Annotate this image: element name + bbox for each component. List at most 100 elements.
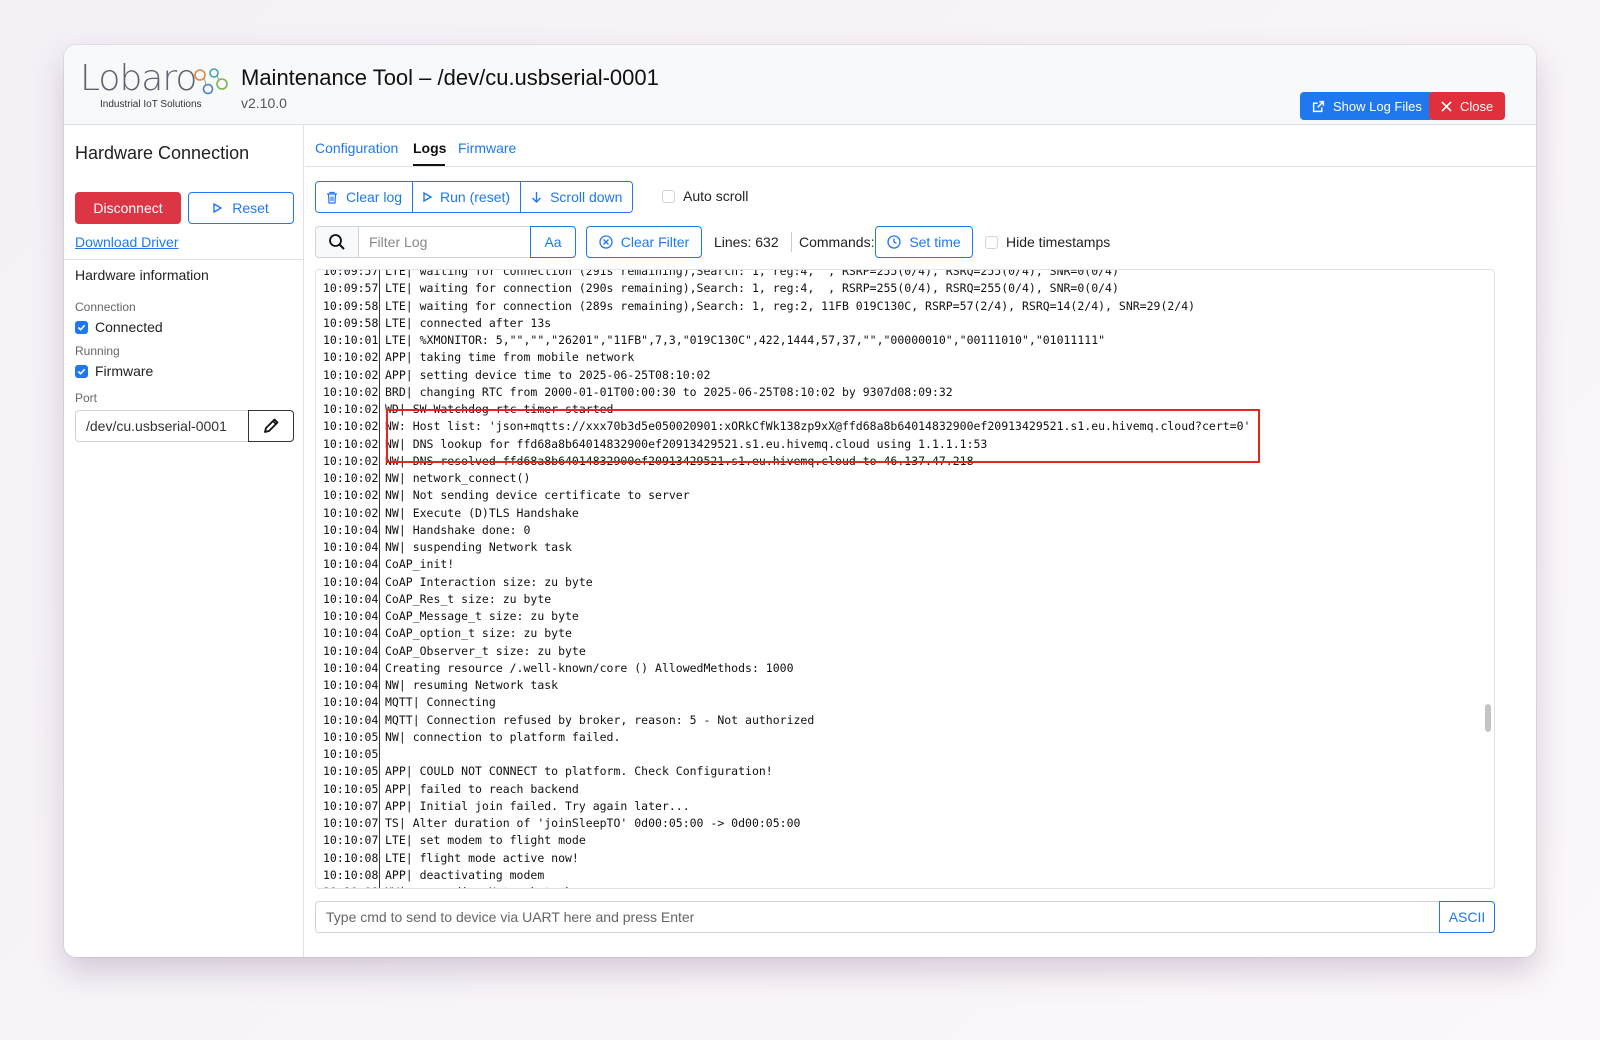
- lobaro-logo: Lobaro Industrial IoT Solutions: [80, 59, 230, 115]
- tab-firmware[interactable]: Firmware: [458, 140, 516, 156]
- log-line: 10:10:04 NW| Handshake done: 0: [316, 521, 1494, 539]
- app-title: Maintenance Tool – /dev/cu.usbserial-000…: [241, 65, 659, 90]
- play-icon: [423, 192, 433, 202]
- show-log-files-button[interactable]: Show Log Files: [1300, 92, 1434, 120]
- log-timestamp: 10:10:01: [316, 332, 380, 350]
- log-timestamp: 10:10:07: [316, 815, 380, 833]
- log-timestamp: 10:10:07: [316, 797, 380, 815]
- log-line: 10:10:02 NW| Execute (D)TLS Handshake: [316, 504, 1494, 522]
- log-timestamp: 10:10:02: [316, 504, 380, 522]
- log-line: 10:10:04 CoAP_option_t size: zu byte: [316, 625, 1494, 643]
- reset-label: Reset: [232, 200, 269, 216]
- disconnect-button[interactable]: Disconnect: [75, 192, 181, 224]
- log-timestamp: 10:10:04: [316, 573, 380, 591]
- tab-logs[interactable]: Logs: [413, 140, 446, 156]
- log-message: MQTT| Connecting: [385, 695, 496, 710]
- log-message: NW| Handshake done: 0: [385, 522, 531, 537]
- log-message: APP| COULD NOT CONNECT to platform. Chec…: [385, 764, 773, 779]
- log-output[interactable]: 10:09:57 LTE| waiting for connection (291…: [315, 269, 1495, 889]
- log-message: CoAP_init!: [385, 557, 455, 572]
- log-message: TS| Alter duration of 'joinSleepTO' 0d00…: [385, 816, 801, 830]
- log-line: 10:10:04 CoAP Interaction size: zu byte: [316, 573, 1494, 591]
- active-tab-indicator: [413, 164, 445, 166]
- connected-checkbox[interactable]: [75, 320, 88, 334]
- run-reset-button[interactable]: Run (reset): [413, 182, 522, 212]
- log-message: CoAP_Res_t size: zu byte: [385, 591, 552, 606]
- clear-filter-button[interactable]: Clear Filter: [586, 226, 702, 258]
- close-icon: [1441, 100, 1452, 112]
- log-line: 10:10:01 LTE| %XMONITOR: 5,"","","26201",…: [316, 332, 1494, 350]
- log-timestamp: 10:10:04: [316, 590, 380, 608]
- log-timestamp: 10:10:04: [316, 539, 380, 557]
- app-window: Lobaro Industrial IoT Solutions Maintena…: [64, 45, 1536, 957]
- scroll-down-label: Scroll down: [550, 189, 623, 205]
- log-message: APP| Initial join failed. Try again late…: [385, 798, 690, 813]
- arrow-down-icon: [532, 192, 542, 203]
- log-message: NW| Not sending device certificate to se…: [385, 488, 690, 503]
- log-message: NW| suspending Network task: [380, 884, 572, 888]
- log-line: 10:10:07 TS| Alter duration of 'joinSleep…: [316, 815, 1494, 833]
- log-message: LTE| connected after 13s: [385, 315, 552, 330]
- auto-scroll-toggle[interactable]: Auto scroll: [662, 188, 748, 204]
- log-timestamp: 10:10:02: [316, 349, 380, 367]
- log-message: CoAP_option_t size: zu byte: [385, 626, 572, 641]
- download-driver-link[interactable]: Download Driver: [75, 234, 178, 250]
- commands-label: Commands:: [799, 234, 875, 250]
- search-addon: [315, 226, 359, 258]
- log-message: CoAP_Message_t size: zu byte: [385, 609, 579, 623]
- line-count: Lines: 632: [714, 234, 779, 250]
- trash-icon: [327, 191, 337, 204]
- log-message: LTE| waiting for connection (289s remain…: [385, 298, 1196, 313]
- hardware-sidebar: Hardware Connection Disconnect Reset Dow…: [64, 125, 304, 957]
- log-timestamp: 10:10:05: [316, 780, 380, 798]
- log-timestamp: 10:10:02: [316, 401, 380, 419]
- auto-scroll-checkbox[interactable]: [662, 189, 675, 203]
- set-time-button[interactable]: Set time: [875, 226, 973, 258]
- log-scrollbar-thumb[interactable]: [1485, 704, 1491, 732]
- log-line: 10:10:04 MQTT| Connecting: [316, 694, 1494, 712]
- log-line: 10:10:07 LTE| set modem to flight mode: [316, 832, 1494, 850]
- log-timestamp: 10:10:04: [316, 556, 380, 574]
- scroll-down-button[interactable]: Scroll down: [521, 182, 633, 212]
- firmware-checkbox[interactable]: [75, 364, 88, 378]
- log-line: 10:10:04 CoAP_Observer_t size: zu byte: [316, 642, 1494, 660]
- log-timestamp: 10:10:02: [316, 487, 380, 505]
- log-timestamp: 10:10:08: [316, 884, 380, 888]
- log-message: CoAP Interaction size: zu byte: [385, 574, 593, 589]
- connected-label: Connected: [95, 319, 163, 335]
- log-timestamp: 10:09:57: [316, 270, 380, 281]
- log-line: 10:10:04 CoAP_Message_t size: zu byte: [316, 608, 1494, 626]
- run-reset-label: Run (reset): [440, 189, 511, 205]
- play-icon: [213, 203, 223, 213]
- uart-command-input[interactable]: Type cmd to send to device via UART here…: [315, 901, 1440, 933]
- close-button[interactable]: Close: [1429, 92, 1506, 120]
- port-input[interactable]: /dev/cu.usbserial-0001: [75, 410, 249, 442]
- tab-configuration[interactable]: Configuration: [315, 140, 398, 156]
- log-message: NW| suspending Network task: [385, 540, 572, 554]
- log-message: LTE| flight mode active now!: [385, 850, 579, 865]
- hide-timestamps-toggle[interactable]: Hide timestamps: [985, 234, 1110, 250]
- log-message: Creating resource /.well-known/core () A…: [385, 660, 794, 675]
- filter-log-input[interactable]: Filter Log: [358, 226, 531, 258]
- log-line: 10:10:05: [316, 746, 1494, 764]
- log-message: APP| deactivating modem: [385, 867, 545, 882]
- check-icon: [77, 368, 86, 375]
- reset-button[interactable]: Reset: [188, 192, 294, 224]
- log-line: 10:10:02 BRD| changing RTC from 2000-01-0…: [316, 383, 1494, 401]
- edit-port-button[interactable]: [248, 410, 294, 442]
- clear-log-label: Clear log: [346, 189, 403, 205]
- log-line: 10:10:02 APP| setting device time to 2025…: [316, 366, 1494, 384]
- log-line: 10:10:07 APP| Initial join failed. Try ag…: [316, 797, 1494, 815]
- log-timestamp: 10:09:57: [316, 280, 380, 298]
- encoding-toggle-button[interactable]: ASCII: [1439, 901, 1495, 933]
- clear-log-button[interactable]: Clear log: [316, 182, 414, 212]
- log-line: 10:10:04 NW| resuming Network task: [316, 677, 1494, 695]
- case-sensitive-toggle[interactable]: Aa: [530, 226, 576, 258]
- log-timestamp: 10:10:05: [316, 728, 380, 746]
- log-timestamp: 10:10:04: [316, 677, 380, 695]
- hide-timestamps-checkbox[interactable]: [985, 235, 998, 249]
- log-message: MQTT| Connection refused by broker, reas…: [385, 712, 815, 727]
- log-line: 10:10:05 APP| failed to reach backend: [316, 780, 1494, 798]
- log-timestamp: 10:10:02: [316, 435, 380, 453]
- log-line: 10:10:04 Creating resource /.well-known/c…: [316, 659, 1494, 677]
